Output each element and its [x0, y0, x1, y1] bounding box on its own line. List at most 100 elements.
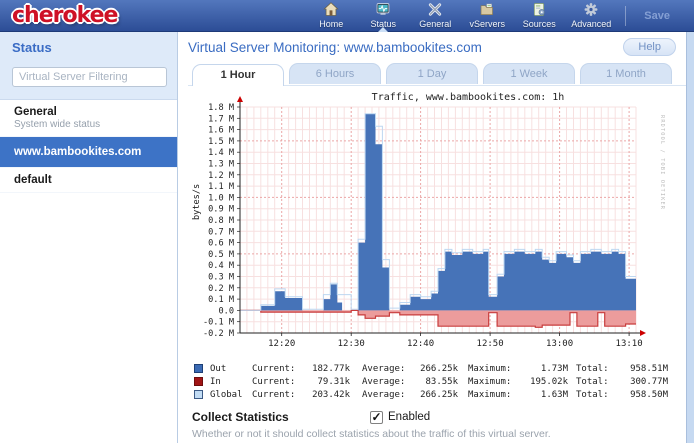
in-swatch — [194, 377, 203, 386]
enabled-label: Enabled — [388, 411, 430, 423]
sidebar: Status GeneralSystem wide status www.bamb… — [0, 32, 178, 443]
global-swatch — [194, 390, 203, 399]
legend-col-label: Average: — [362, 377, 412, 387]
legend-col-label: Average: — [362, 364, 412, 374]
legend-maximum-value: 1.73M — [520, 364, 568, 374]
top-nav: Home Status General vServers Sources Advanced — [305, 0, 617, 31]
chart-legend: OutCurrent:182.77kAverage:266.25kMaximum… — [194, 362, 686, 401]
home-icon — [321, 1, 341, 18]
sidebar-header: Status — [0, 32, 177, 100]
enabled-checkbox[interactable]: ✓ — [370, 411, 383, 424]
save-button[interactable]: Save — [626, 10, 688, 22]
sidebar-item-www-bambookites-com[interactable]: www.bambookites.com — [0, 137, 177, 168]
save-divider: Save — [625, 6, 688, 26]
svg-text:Traffic, www.bambookites.com:: Traffic, www.bambookites.com: 1h — [372, 92, 565, 103]
svg-text:12:30: 12:30 — [338, 339, 365, 349]
svg-text:0.6 M: 0.6 M — [208, 239, 234, 249]
out-swatch — [194, 364, 203, 373]
svg-text:1.5 M: 1.5 M — [208, 137, 234, 147]
sidebar-item-label: General — [14, 106, 163, 118]
svg-text:0.7 M: 0.7 M — [208, 227, 234, 237]
nav-item-sources[interactable]: Sources — [513, 0, 565, 31]
legend-current-value: 79.31k — [302, 377, 350, 387]
svg-text:1.4 M: 1.4 M — [208, 148, 234, 158]
sidebar-item-general[interactable]: GeneralSystem wide status — [0, 100, 177, 137]
help-button[interactable]: Help — [623, 38, 676, 56]
traffic-chart-svg: -0.2 M-0.1 M0.00.1 M0.2 M0.3 M0.4 M0.5 M… — [188, 89, 666, 359]
legend-col-label: Total: — [576, 377, 616, 387]
svg-text:0.0: 0.0 — [218, 306, 234, 316]
svg-text:13:00: 13:00 — [546, 339, 573, 349]
svg-text:12:50: 12:50 — [477, 339, 504, 349]
chart: -0.2 M-0.1 M0.00.1 M0.2 M0.3 M0.4 M0.5 M… — [188, 89, 666, 359]
legend-total-value: 958.51M — [616, 364, 668, 374]
nav-item-label: Advanced — [571, 19, 611, 29]
main-panel: Virtual Server Monitoring: www.bambookit… — [178, 32, 686, 443]
legend-col-label: Total: — [576, 390, 616, 400]
legend-total-value: 300.77M — [616, 377, 668, 387]
legend-col-label: Current: — [252, 390, 302, 400]
collect-statistics-label: Collect Statistics — [192, 410, 370, 424]
legend-maximum-value: 1.63M — [520, 390, 568, 400]
legend-col-label: Average: — [362, 390, 412, 400]
virtual-server-filter-input[interactable] — [12, 67, 167, 87]
legend-series-name: Out — [210, 364, 252, 374]
legend-row-global: GlobalCurrent:203.42kAverage:266.25kMaxi… — [194, 388, 686, 401]
sidebar-item-default[interactable]: default — [0, 168, 177, 193]
tab-6-hours[interactable]: 6 Hours — [289, 63, 381, 84]
legend-series-name: Global — [210, 390, 252, 400]
svg-text:12:40: 12:40 — [407, 339, 434, 349]
page-title: Virtual Server Monitoring: www.bambookit… — [188, 40, 686, 55]
nav-item-vservers[interactable]: vServers — [461, 0, 513, 31]
nav-item-label: vServers — [470, 19, 506, 29]
svg-text:1.2 M: 1.2 M — [208, 171, 234, 181]
svg-text:1.0 M: 1.0 M — [208, 193, 234, 203]
legend-col-label: Total: — [576, 364, 616, 374]
nav-item-label: Sources — [523, 19, 556, 29]
nav-item-home[interactable]: Home — [305, 0, 357, 31]
legend-average-value: 83.55k — [412, 377, 458, 387]
vservers-icon — [477, 1, 497, 18]
svg-text:1.8 M: 1.8 M — [208, 103, 234, 113]
svg-text:0.1 M: 0.1 M — [208, 295, 234, 305]
collect-statistics-description: Whether or not it should collect statist… — [192, 428, 686, 440]
general-icon — [425, 1, 445, 18]
nav-item-advanced[interactable]: Advanced — [565, 0, 617, 31]
svg-text:13:10: 13:10 — [616, 339, 643, 349]
legend-col-label: Current: — [252, 364, 302, 374]
legend-average-value: 266.25k — [412, 364, 458, 374]
legend-col-label: Maximum: — [468, 377, 520, 387]
sidebar-item-sublabel: System wide status — [14, 119, 163, 130]
svg-text:1.6 M: 1.6 M — [208, 126, 234, 136]
sidebar-item-label: default — [14, 174, 163, 186]
svg-text:12:20: 12:20 — [268, 339, 295, 349]
nav-item-status[interactable]: Status — [357, 0, 409, 31]
svg-text:0.5 M: 0.5 M — [208, 250, 234, 260]
nav-item-general[interactable]: General — [409, 0, 461, 31]
sidebar-item-label: www.bambookites.com — [14, 146, 163, 158]
legend-col-label: Current: — [252, 377, 302, 387]
svg-text:1.7 M: 1.7 M — [208, 114, 234, 124]
svg-text:0.3 M: 0.3 M — [208, 273, 234, 283]
top-bar: cherokee Home Status General vServers Source… — [0, 0, 694, 32]
legend-row-in: InCurrent:79.31kAverage:83.55kMaximum:19… — [194, 375, 686, 388]
svg-text:bytes/s: bytes/s — [192, 184, 202, 220]
svg-text:0.8 M: 0.8 M — [208, 216, 234, 226]
legend-row-out: OutCurrent:182.77k Average:266.25k Maximum… — [194, 362, 686, 375]
status-icon — [373, 1, 393, 18]
nav-item-label: Home — [319, 19, 343, 29]
svg-text:1.1 M: 1.1 M — [208, 182, 234, 192]
sources-icon — [529, 1, 549, 18]
tab-1-month[interactable]: 1 Month — [580, 63, 672, 84]
collect-statistics-section: Collect Statistics ✓ Enabled Whether or … — [192, 410, 686, 440]
tab-1-day[interactable]: 1 Day — [386, 63, 478, 84]
svg-text:RRDTOOL / TOBI OETIKER: RRDTOOL / TOBI OETIKER — [659, 115, 665, 210]
svg-text:1.3 M: 1.3 M — [208, 160, 234, 170]
legend-current-value: 182.77k — [302, 364, 350, 374]
cherokee-logo: cherokee — [12, 1, 117, 31]
tab-1-week[interactable]: 1 Week — [483, 63, 575, 84]
tab-1-hour[interactable]: 1 Hour — [192, 64, 284, 86]
vserver-list: GeneralSystem wide status www.bambookites… — [0, 100, 177, 193]
nav-item-label: General — [419, 19, 451, 29]
legend-col-label: Maximum: — [468, 364, 520, 374]
